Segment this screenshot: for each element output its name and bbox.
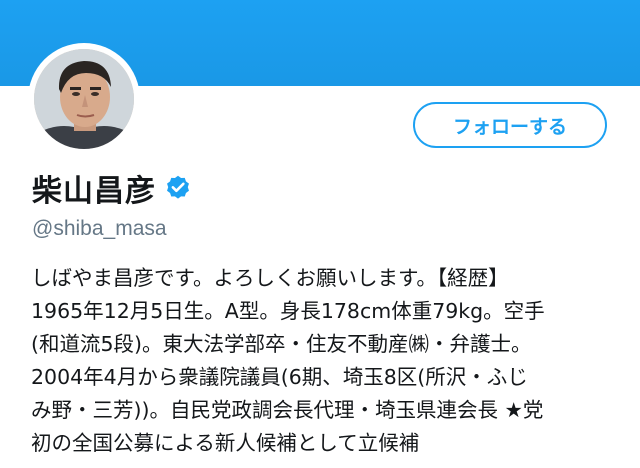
avatar[interactable]: [34, 49, 134, 149]
bio: しばやま昌彦です。よろしくお願いします。【経歴】 1965年12月5日生。A型。…: [31, 262, 621, 460]
bio-line: 2004年4月から衆議院議員(6期、埼玉8区(所沢・ふじ: [31, 365, 528, 389]
bio-line: み野・三芳))。自民党政調会長代理・埼玉県連会長 ★党: [31, 398, 544, 422]
user-handle: @shiba_masa: [32, 217, 167, 240]
bio-line: 初の全国公募による新人候補として立候補: [31, 431, 420, 455]
bio-line: しばやま昌彦です。よろしくお願いします。【経歴】: [31, 266, 509, 290]
follow-button[interactable]: フォローする: [413, 102, 607, 148]
name-row: 柴山昌彦: [32, 168, 192, 209]
verified-badge-icon: [164, 174, 192, 202]
profile-photo-icon: [34, 49, 134, 149]
bio-line: (和道流5段)。東大法学部卒・住友不動産㈱・弁護士。: [31, 332, 532, 356]
display-name: 柴山昌彦: [32, 174, 156, 209]
bio-line: 1965年12月5日生。A型。身長178cm体重79kg。空手: [31, 299, 545, 323]
